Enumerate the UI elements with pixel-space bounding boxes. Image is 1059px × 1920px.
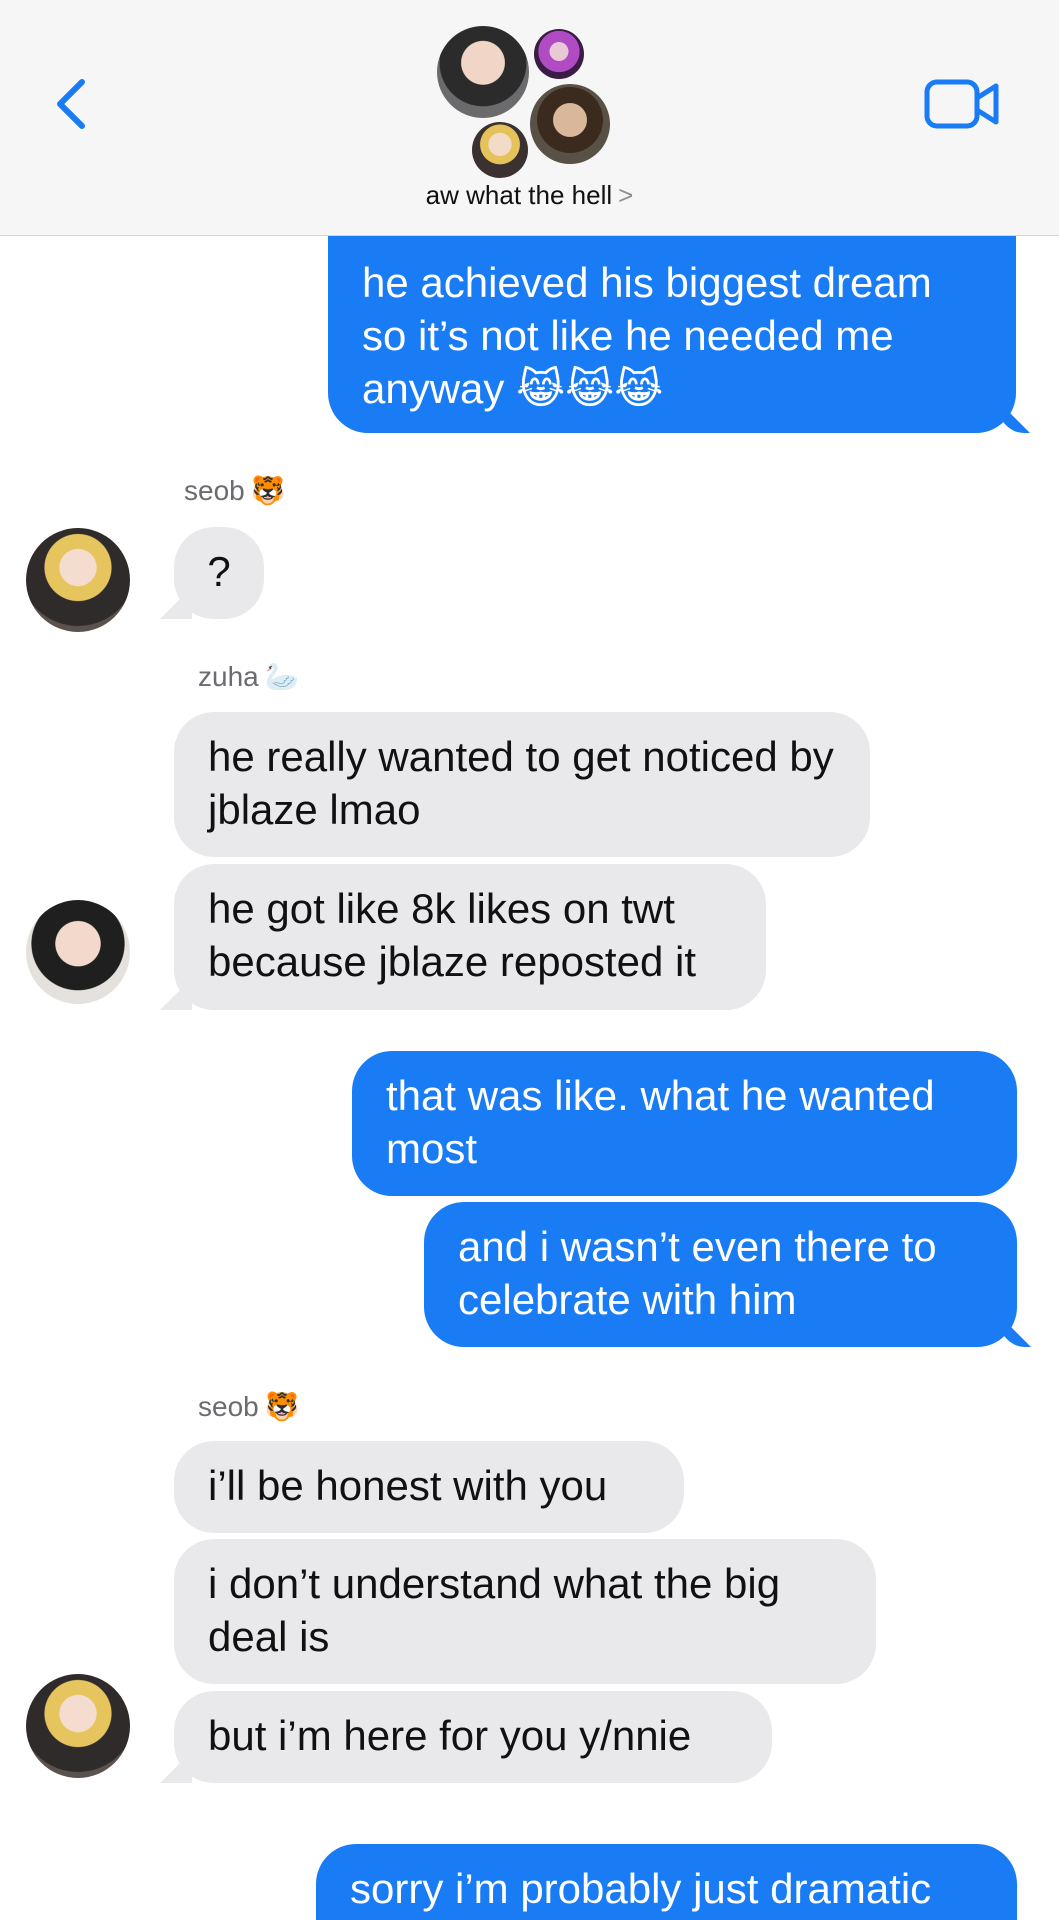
message-text: ? (207, 548, 231, 595)
message-text: he got like 8k likes on twt because jbla… (208, 885, 696, 985)
incoming-message[interactable]: i’ll be honest with you (174, 1441, 684, 1533)
avatar (530, 84, 610, 164)
video-call-button[interactable] (924, 78, 1000, 130)
group-name-button[interactable]: aw what the hell > (0, 180, 1059, 211)
message-text: that was like. what he wanted most (386, 1072, 935, 1172)
tiger-icon: 🐯 (264, 1391, 300, 1422)
message-text: i don’t understand what the big deal is (208, 1560, 781, 1660)
outgoing-message[interactable]: he achieved his biggest dream so it’s no… (328, 236, 1016, 433)
chat-screen: aw what the hell > he achieved his bigges… (0, 0, 1059, 1920)
sender-name: seob (184, 475, 245, 506)
chevron-left-icon (57, 79, 85, 129)
avatar (437, 26, 529, 118)
outgoing-message[interactable]: that was like. what he wanted most (352, 1051, 1017, 1196)
tiger-icon: 🐯 (250, 475, 286, 506)
avatar[interactable] (26, 528, 130, 632)
message-text: but i’m here for you y/nnie (208, 1712, 692, 1759)
incoming-message[interactable]: ? (174, 527, 264, 619)
incoming-message[interactable]: i don’t understand what the big deal is (174, 1539, 876, 1684)
conversation-header: aw what the hell > (0, 0, 1059, 236)
back-button[interactable] (48, 74, 98, 134)
message-text: and i wasn’t even there to celebrate wit… (458, 1223, 937, 1323)
incoming-message[interactable]: but i’m here for you y/nnie (174, 1691, 772, 1783)
avatar[interactable] (26, 900, 130, 1004)
sender-label: seob 🐯 (198, 1390, 300, 1423)
avatar (472, 122, 528, 178)
message-text: sorry i’m probably just dramatic (350, 1865, 932, 1912)
message-text: he really wanted to get noticed by jblaz… (208, 733, 834, 833)
sender-label: seob 🐯 (184, 474, 286, 507)
sender-name: seob (198, 1391, 259, 1422)
outgoing-message[interactable]: and i wasn’t even there to celebrate wit… (424, 1202, 1017, 1347)
avatar (534, 29, 584, 79)
group-name: aw what the hell (425, 180, 613, 210)
incoming-message[interactable]: he really wanted to get noticed by jblaz… (174, 712, 870, 857)
sender-name: zuha (198, 661, 259, 692)
outgoing-message[interactable]: sorry i’m probably just dramatic (316, 1844, 1017, 1920)
sender-label: zuha 🦢 (198, 660, 300, 693)
swan-icon: 🦢 (264, 661, 300, 692)
video-camera-icon (924, 79, 999, 129)
message-text: he achieved his biggest dream so it’s no… (362, 259, 932, 412)
incoming-message[interactable]: he got like 8k likes on twt because jbla… (174, 864, 766, 1010)
message-text: i’ll be honest with you (208, 1462, 608, 1509)
chevron-right-icon: > (618, 180, 634, 210)
group-avatar-cluster[interactable] (430, 22, 630, 182)
avatar[interactable] (26, 1674, 130, 1778)
